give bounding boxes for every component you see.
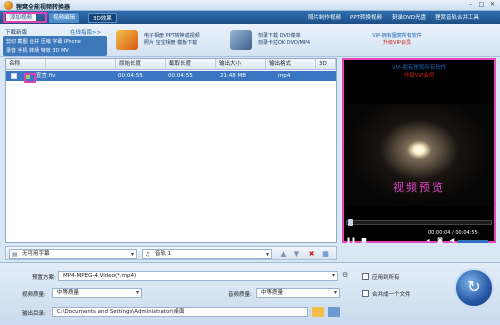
feature-links-box: 剪切 截图 合并 压缩 字幕 iPhone 录音 手机 转场 特效 3D MV bbox=[3, 36, 107, 56]
apply-all-checkbox[interactable] bbox=[362, 273, 369, 280]
settings-icon[interactable]: ⚙ bbox=[342, 271, 352, 281]
track-strip: ▤ 无可用字幕 ♫ 音轨 1 ▲ ▼ ✖ ▦ bbox=[5, 246, 337, 260]
seek-handle[interactable] bbox=[348, 219, 353, 226]
row-name: 宣言.flv bbox=[36, 73, 56, 79]
annotation-highlight-row bbox=[24, 73, 36, 83]
video-quality-select[interactable]: 中等质量 bbox=[52, 288, 142, 298]
prev-icon[interactable]: ◂ bbox=[424, 237, 432, 245]
video-quality-value: 中等质量 bbox=[57, 290, 80, 296]
promo-col1[interactable]: 电子相册 PPT转换成视频 照片 宝宝相册 模板下载 bbox=[144, 33, 200, 47]
col-3d[interactable]: 3D bbox=[316, 59, 336, 70]
promo-col2[interactable]: 刻录下载 DVD菜单 刻录卡拉OK DVD/MP4 bbox=[258, 33, 310, 47]
preview-panel: VIP-拥有狸窝所有软件 升级VIP会员 视频预览 00:00:04 / 00:… bbox=[342, 58, 496, 245]
tab-video-edit[interactable]: 视频编辑 bbox=[49, 13, 80, 23]
menu-ppt-video[interactable]: PPT转换视频 bbox=[350, 13, 382, 23]
seek-bar[interactable] bbox=[346, 219, 492, 226]
tab-3d-effect[interactable]: 3D效果 bbox=[88, 13, 117, 23]
preview-vip-sub[interactable]: 升级VIP会员 bbox=[344, 72, 494, 80]
window-title: 狸窝全能视频转换器 bbox=[16, 4, 71, 11]
promo-col2-line2[interactable]: 刻录卡拉OK DVD/MP4 bbox=[258, 40, 310, 47]
preview-vip-title[interactable]: VIP-拥有狸窝所有软件 bbox=[344, 64, 494, 72]
video-quality-label: 视频质量: bbox=[22, 292, 46, 298]
audio-track-value: 音轨 1 bbox=[155, 251, 172, 257]
main-toolbar: 添加视频 视频编辑 3D效果 照片制作视频 PPT转换视频 刻录DVD光盘 狸窝… bbox=[0, 11, 500, 24]
preview-label: 视频预览 bbox=[393, 181, 445, 194]
volume-icon[interactable]: ◀ bbox=[448, 237, 456, 245]
subtitle-select[interactable]: ▤ 无可用字幕 bbox=[9, 249, 137, 259]
row-checkbox[interactable] bbox=[11, 73, 17, 79]
merge-checkbox[interactable] bbox=[362, 290, 369, 297]
row-size: 21.48 MB bbox=[220, 73, 247, 79]
table-header: 名称 原始长度 截取长度 输出大小 输出格式 3D bbox=[6, 59, 336, 70]
output-dir-value: C:\Documents and Settings\Administrator\… bbox=[57, 309, 185, 315]
preset-label: 预置方案: bbox=[32, 275, 56, 281]
menu-audio-merge[interactable]: 狸窝音轨合并工具 bbox=[435, 13, 479, 23]
photo-album-icon[interactable] bbox=[116, 30, 138, 50]
move-up-icon[interactable]: ▲ bbox=[278, 249, 289, 259]
col-orig-len[interactable]: 原始长度 bbox=[116, 59, 166, 70]
col-name[interactable]: 名称 bbox=[6, 59, 46, 70]
app-logo-icon bbox=[4, 1, 13, 10]
col-format[interactable]: 输出格式 bbox=[266, 59, 316, 70]
title-bar: 狸窝全能视频转换器 – □ ✕ bbox=[0, 0, 500, 11]
vip-upgrade-link[interactable]: 升级VIP会员 bbox=[352, 40, 442, 47]
table-row[interactable]: 宣言.flv 00:04:55 00:04:55 21.48 MB mp4 bbox=[6, 71, 336, 81]
menu-burn-dvd[interactable]: 刻录DVD光盘 bbox=[392, 13, 426, 23]
output-dir-label: 输出目录: bbox=[22, 311, 46, 317]
feature-links-row1[interactable]: 剪切 截图 合并 压缩 字幕 iPhone bbox=[6, 38, 81, 45]
dvd-burn-icon[interactable] bbox=[230, 30, 252, 50]
subtitle-value: 无可用字幕 bbox=[22, 251, 50, 257]
promo-col1-line2[interactable]: 照片 宝宝相册 模板下载 bbox=[144, 40, 200, 47]
row-orig-len: 00:04:55 bbox=[118, 73, 143, 79]
convert-button[interactable]: ↻ bbox=[454, 268, 494, 308]
open-folder-icon[interactable] bbox=[328, 307, 340, 317]
apply-all-label: 应用到所有 bbox=[372, 275, 400, 281]
preview-vip-note[interactable]: VIP-拥有狸窝所有软件 升级VIP会员 bbox=[344, 64, 494, 80]
output-dir-input[interactable]: C:\Documents and Settings\Administrator\… bbox=[52, 307, 308, 317]
preset-select[interactable]: MP4-MPEG-4 Video(*.mp4) bbox=[58, 271, 338, 281]
player-controls: ❚❚ ■ ◂ ◙ ◀ bbox=[346, 237, 492, 245]
maximize-icon[interactable]: □ bbox=[477, 1, 486, 9]
audio-quality-select[interactable]: 中等质量 bbox=[256, 288, 340, 298]
row-format: mp4 bbox=[278, 73, 291, 79]
move-down-icon[interactable]: ▼ bbox=[291, 249, 302, 259]
minimize-icon[interactable]: – bbox=[466, 1, 475, 9]
menu-photo-video[interactable]: 照片制作视频 bbox=[308, 13, 341, 23]
pause-icon[interactable]: ❚❚ bbox=[346, 237, 356, 245]
annotation-highlight bbox=[3, 12, 47, 23]
stop-icon[interactable]: ■ bbox=[360, 237, 368, 245]
promo-col2-line1[interactable]: 刻录下载 DVD菜单 bbox=[258, 33, 310, 40]
snapshot-icon[interactable]: ◙ bbox=[436, 237, 444, 245]
merge-label: 合并成一个文件 bbox=[372, 292, 411, 298]
download-title[interactable]: 下载新版 bbox=[5, 28, 27, 36]
online-guide-link[interactable]: 在线指南>> bbox=[70, 28, 101, 36]
col-name-spacer bbox=[46, 59, 116, 70]
audio-track-select[interactable]: ♫ 音轨 1 bbox=[142, 249, 272, 259]
vip-title[interactable]: VIP-拥有狸窝所有软件 bbox=[352, 33, 442, 40]
audio-icon: ♫ bbox=[145, 252, 150, 258]
preset-value: MP4-MPEG-4 Video(*.mp4) bbox=[63, 273, 137, 279]
download-panel: 下载新版 在线指南>> 剪切 截图 合并 压缩 字幕 iPhone 录音 手机 … bbox=[0, 27, 110, 57]
subtitle-icon: ▤ bbox=[12, 252, 18, 258]
video-preview[interactable]: 视频预览 bbox=[346, 104, 492, 206]
promo-col1-line1[interactable]: 电子相册 PPT转换成视频 bbox=[144, 33, 200, 40]
output-settings: 预置方案: MP4-MPEG-4 Video(*.mp4) ⚙ 视频质量: 中等… bbox=[0, 262, 500, 325]
volume-slider[interactable] bbox=[458, 240, 488, 243]
vip-promo[interactable]: VIP-拥有狸窝所有软件 升级VIP会员 bbox=[352, 33, 442, 47]
col-cut-len[interactable]: 截取长度 bbox=[166, 59, 216, 70]
time-display: 00:00:04 / 00:04:55 bbox=[428, 230, 478, 236]
audio-quality-label: 音频质量: bbox=[228, 292, 252, 298]
close-icon[interactable]: ✕ bbox=[488, 1, 497, 9]
feature-links-row2[interactable]: 录音 手机 转场 特效 3D MV bbox=[6, 47, 69, 54]
folder-icon[interactable] bbox=[312, 307, 324, 317]
audio-quality-value: 中等质量 bbox=[261, 290, 284, 296]
col-size[interactable]: 输出大小 bbox=[216, 59, 266, 70]
delete-icon[interactable]: ✖ bbox=[306, 249, 317, 259]
file-list: 名称 原始长度 截取长度 输出大小 输出格式 3D 宣言.flv 00:04:5… bbox=[5, 58, 337, 243]
row-cut-len: 00:04:55 bbox=[168, 73, 193, 79]
list-icon[interactable]: ▦ bbox=[320, 249, 331, 259]
